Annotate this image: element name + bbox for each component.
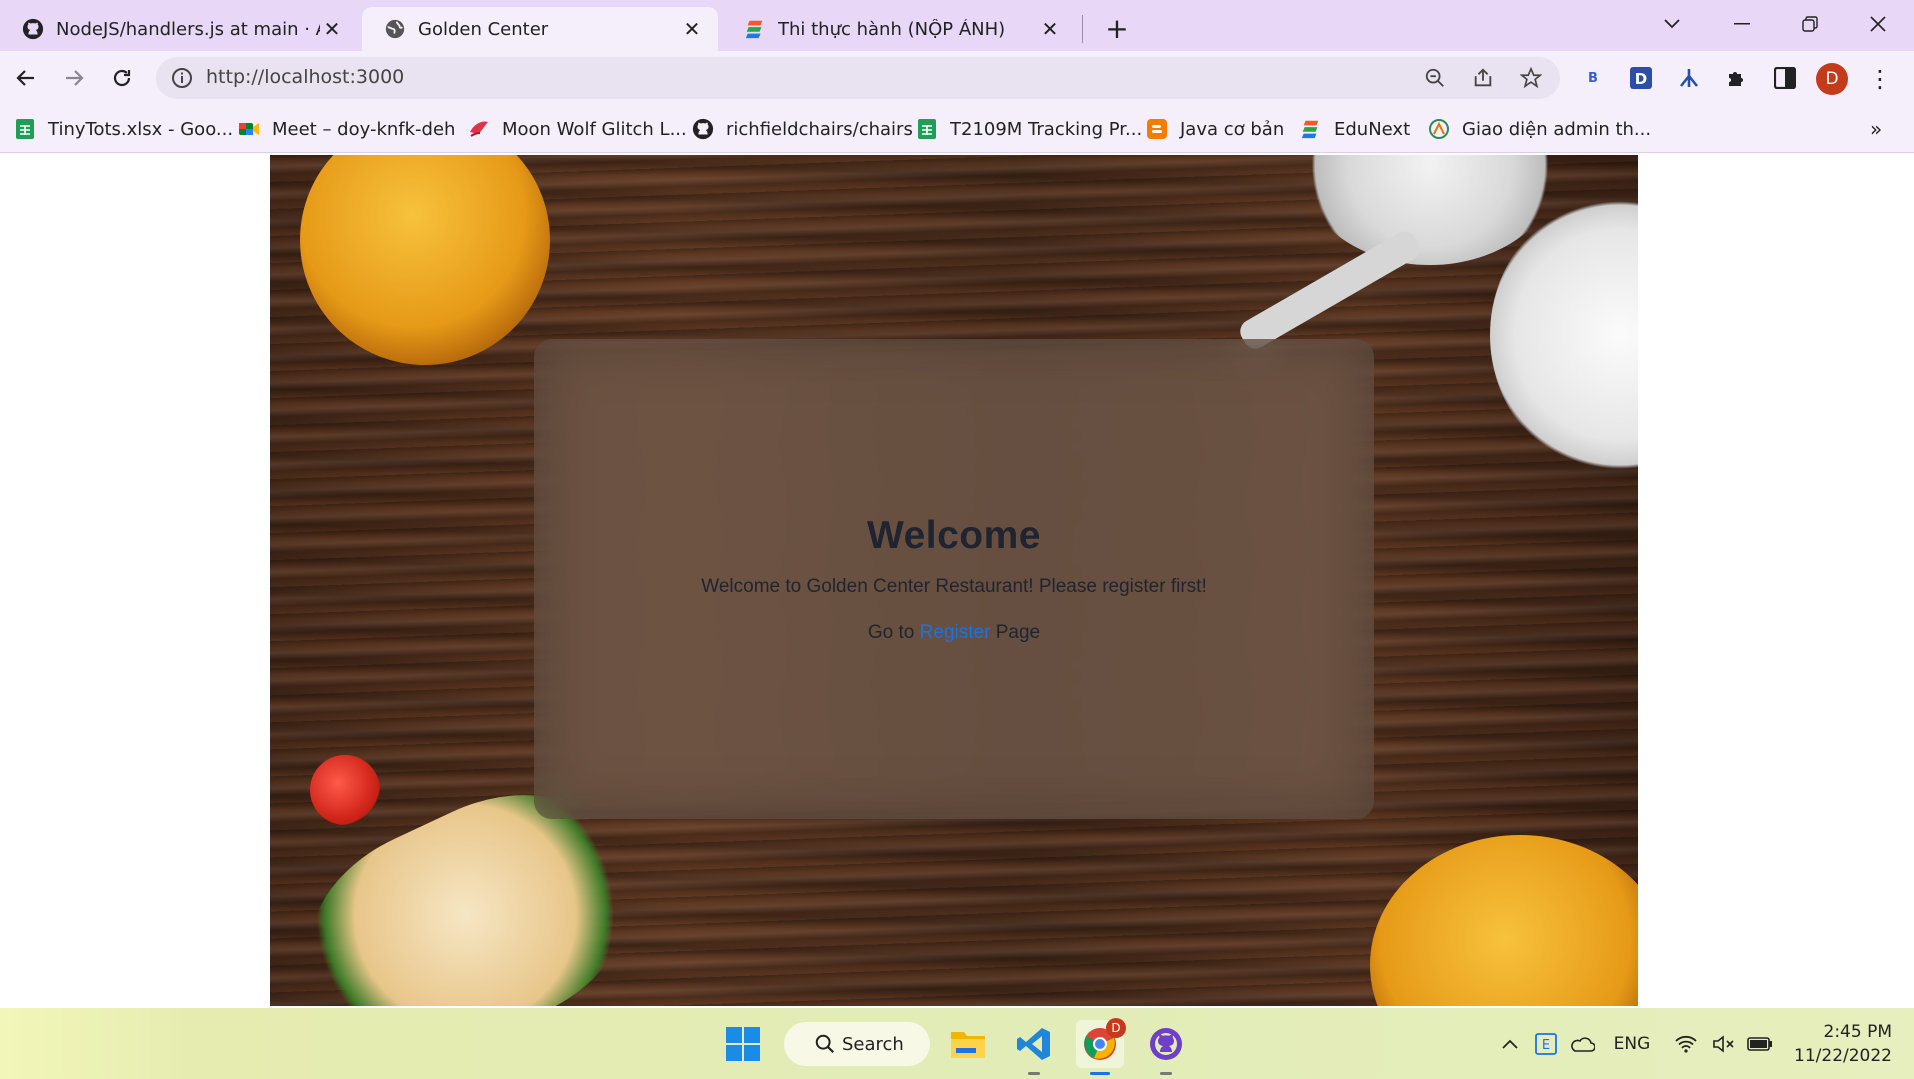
info-icon[interactable] — [170, 66, 194, 90]
tab-github-handlers[interactable]: NodeJS/handlers.js at main · AnhTu ✕ — [0, 7, 358, 51]
bookmark-label: T2109M Tracking Pr... — [950, 118, 1143, 140]
welcome-card: Welcome Welcome to Golden Center Restaur… — [534, 339, 1374, 819]
tab-separator — [1082, 15, 1083, 43]
clock-date: 11/22/2022 — [1794, 1046, 1892, 1066]
chrome-profile-badge: D — [1106, 1018, 1126, 1038]
extension-b-icon[interactable]: B — [1576, 61, 1610, 95]
restore-icon[interactable] — [1788, 6, 1832, 42]
globe-icon — [385, 19, 405, 39]
github-icon — [692, 118, 714, 140]
tomato-image — [310, 755, 380, 825]
bookmark-item[interactable]: TinyTots.xlsx - Goo... — [14, 115, 233, 143]
bookmark-label: Giao diện admin th... — [1462, 118, 1652, 140]
profile-avatar[interactable]: D — [1816, 63, 1848, 95]
wifi-icon[interactable] — [1672, 1030, 1700, 1058]
bookmark-label: TinyTots.xlsx - Goo... — [48, 118, 234, 140]
bookmark-item[interactable]: T2109M Tracking Pr... — [916, 115, 1142, 143]
system-clock[interactable]: 2:45 PM 11/22/2022 — [1792, 1020, 1892, 1068]
file-explorer-icon[interactable] — [944, 1020, 992, 1068]
bookmark-item[interactable]: Moon Wolf Glitch L... — [468, 115, 687, 143]
edunext-icon — [745, 20, 763, 39]
bookmark-item[interactable]: richfieldchairs/chairs — [692, 115, 913, 143]
github-desktop-icon[interactable] — [1142, 1020, 1190, 1075]
share-icon[interactable] — [1470, 65, 1496, 91]
close-icon[interactable]: ✕ — [680, 17, 704, 41]
tab-title: Thi thực hành (NỘP ẢNH) — [778, 18, 1006, 40]
register-prompt: Go to Register Page — [868, 622, 1040, 644]
bookmark-item[interactable]: Java cơ bản — [1146, 115, 1284, 143]
zoom-icon[interactable] — [1422, 65, 1448, 91]
tab-title: NodeJS/handlers.js at main · AnhTu — [56, 18, 320, 40]
side-panel-icon[interactable] — [1768, 61, 1802, 95]
bookmark-label: richfieldchairs/chairs — [726, 118, 913, 140]
taskbar-search[interactable]: Search — [784, 1022, 930, 1066]
bookmark-item[interactable]: Giao diện admin th... — [1428, 115, 1651, 143]
search-label: Search — [842, 1033, 904, 1055]
address-bar[interactable]: http://localhost:3000 — [156, 57, 1560, 99]
svg-text:E: E — [1542, 1038, 1550, 1053]
sheets-icon — [918, 119, 936, 139]
hero-background: Welcome Welcome to Golden Center Restaur… — [270, 155, 1638, 1006]
admin-icon — [1429, 119, 1449, 139]
svg-text:D: D — [1635, 70, 1647, 88]
volume-muted-icon[interactable] — [1710, 1030, 1738, 1058]
bookmark-item[interactable]: EduNext — [1300, 115, 1410, 143]
browser-toolbar: http://localhost:3000 B D D ⋮ — [0, 51, 1914, 105]
bookmark-label: Moon Wolf Glitch L... — [502, 118, 687, 140]
bookmarks-bar: TinyTots.xlsx - Goo... Meet – doy-knfk-d… — [0, 105, 1914, 153]
forward-icon[interactable] — [56, 60, 92, 96]
tab-search-icon[interactable] — [1650, 6, 1694, 42]
taskbar: Search D E ENG 2:45 PM 11/22/2022 — [0, 1008, 1914, 1079]
bookmark-label: EduNext — [1334, 118, 1411, 140]
sheets-icon — [16, 119, 34, 139]
window-close-icon[interactable] — [1856, 6, 1900, 42]
welcome-message: Welcome to Golden Center Restaurant! Ple… — [701, 576, 1207, 597]
language-indicator[interactable]: ENG — [1608, 1030, 1656, 1058]
tab-title: Golden Center — [418, 18, 549, 40]
goto-suffix: Page — [995, 622, 1041, 643]
page-title: Welcome — [866, 514, 1041, 557]
onedrive-icon[interactable] — [1568, 1030, 1596, 1058]
blogger-icon — [1147, 119, 1167, 139]
bookmark-label: Meet – doy-knfk-deh — [272, 118, 456, 140]
vscode-icon[interactable] — [1010, 1020, 1058, 1075]
chevron-up-icon[interactable] — [1496, 1030, 1524, 1058]
new-tab-button[interactable]: + — [1099, 10, 1135, 46]
tab-golden-center[interactable]: Golden Center ✕ — [362, 7, 718, 51]
bookmark-star-icon[interactable] — [1518, 65, 1544, 91]
minimize-icon[interactable] — [1720, 6, 1764, 42]
fork-image — [1235, 227, 1425, 353]
glitch-icon — [470, 121, 488, 137]
more-bookmarks-button[interactable]: » — [1870, 117, 1882, 141]
extensions-puzzle-icon[interactable] — [1720, 61, 1754, 95]
page-viewport: Welcome Welcome to Golden Center Restaur… — [0, 153, 1914, 1008]
search-icon — [815, 1034, 835, 1054]
burger-image — [1370, 835, 1638, 1006]
clock-time: 2:45 PM — [1823, 1022, 1893, 1042]
tab-strip: NodeJS/handlers.js at main · AnhTu ✕ Gol… — [0, 0, 1914, 51]
back-icon[interactable] — [8, 60, 44, 96]
close-icon[interactable]: ✕ — [320, 17, 344, 41]
more-menu-icon[interactable]: ⋮ — [1866, 63, 1894, 95]
windows-start-icon[interactable] — [719, 1020, 767, 1068]
reload-icon[interactable] — [104, 60, 140, 96]
tab-thi-thuc-hanh[interactable]: Thi thực hành (NỘP ẢNH) ✕ — [722, 7, 1076, 51]
burger-image — [300, 155, 550, 365]
input-method-icon[interactable]: E — [1532, 1030, 1560, 1058]
goto-prefix: Go to — [867, 622, 915, 643]
close-icon[interactable]: ✕ — [1038, 17, 1062, 41]
extension-d-icon[interactable]: D — [1624, 61, 1658, 95]
bookmark-item[interactable]: Meet – doy-knfk-deh — [238, 115, 455, 143]
edunext-icon — [1301, 120, 1319, 139]
meet-icon — [239, 123, 259, 135]
bookmark-label: Java cơ bản — [1180, 118, 1285, 140]
register-link[interactable]: Register — [920, 622, 991, 643]
extension-tree-icon[interactable] — [1672, 61, 1706, 95]
github-icon — [22, 18, 44, 40]
url-text: http://localhost:3000 — [206, 66, 405, 88]
chrome-icon[interactable]: D — [1076, 1018, 1126, 1075]
battery-icon[interactable] — [1746, 1030, 1774, 1058]
